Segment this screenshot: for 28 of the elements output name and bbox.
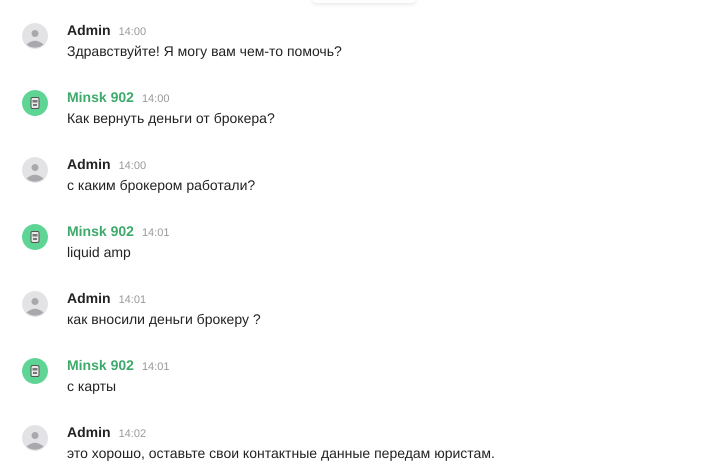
message-time: 14:01 (142, 360, 170, 375)
avatar-icon (22, 291, 48, 317)
author-name: Admin (67, 156, 111, 172)
message-text: с карты (67, 378, 118, 394)
message-text: Как вернуть деньги от брокера? (67, 110, 275, 126)
message-time: 14:01 (142, 226, 170, 241)
avatar-icon (22, 23, 48, 49)
message-text: с каким брокером работали? (67, 177, 256, 193)
message-time: 14:00 (118, 159, 146, 174)
avatar-icon (22, 90, 48, 116)
author-name: Minsk 902 (67, 357, 134, 373)
author-name: Admin (67, 290, 111, 306)
message-text: liquid amp (67, 244, 132, 260)
avatar-icon (22, 358, 48, 384)
message-time: 14:02 (118, 427, 146, 442)
author-name: Admin (67, 424, 111, 440)
avatar-icon (22, 425, 48, 451)
message-time: 14:00 (142, 92, 170, 107)
avatar-icon (22, 157, 48, 183)
message-text: Здравствуйте! Я могу вам чем-то помочь? (67, 43, 342, 59)
message-text: это хорошо, оставьте свои контактные данные передам юристам. (67, 445, 495, 461)
message-time: 14:00 (118, 25, 146, 40)
author-name: Minsk 902 (67, 89, 134, 105)
avatar-icon (22, 224, 48, 250)
author-name: Admin (67, 22, 111, 38)
message-text: как вносили деньги брокеру ? (67, 311, 261, 327)
message-time: 14:01 (118, 293, 146, 308)
author-name: Minsk 902 (67, 223, 134, 239)
